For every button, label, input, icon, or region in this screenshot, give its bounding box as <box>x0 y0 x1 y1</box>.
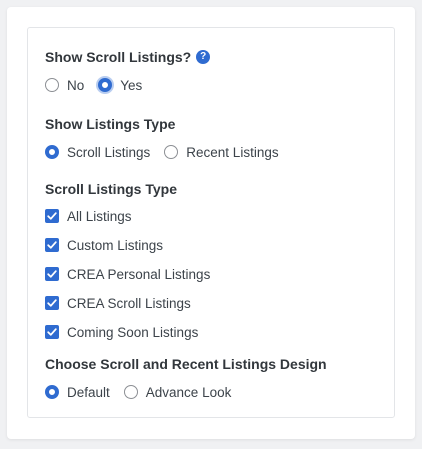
radio-option-no[interactable]: No <box>45 78 84 93</box>
checkbox-custom-listings[interactable] <box>45 238 59 252</box>
listings-design-options: Default Advance Look <box>45 382 327 402</box>
checkbox-all-listings[interactable] <box>45 209 59 223</box>
checkbox-crea-personal-listings-label: CREA Personal Listings <box>67 266 211 282</box>
radio-recent-listings-label: Recent Listings <box>186 144 279 160</box>
checkbox-option-crea-scroll-listings[interactable]: CREA Scroll Listings <box>45 293 210 313</box>
radio-yes[interactable] <box>98 78 113 92</box>
show-scroll-listings-options: No Yes <box>45 75 210 95</box>
checkbox-coming-soon-listings-label: Coming Soon Listings <box>67 324 199 340</box>
checkbox-coming-soon-listings[interactable] <box>45 325 59 339</box>
radio-no-label: No <box>67 77 85 93</box>
checkbox-crea-personal-listings[interactable] <box>45 267 59 281</box>
radio-option-recent-listings[interactable]: Recent Listings <box>164 144 279 160</box>
radio-advance-look[interactable] <box>123 385 138 399</box>
radio-yes-label: Yes <box>120 77 143 93</box>
radio-scroll-listings-label: Scroll Listings <box>67 144 151 160</box>
radio-option-scroll-listings[interactable]: Scroll Listings <box>45 145 150 160</box>
show-scroll-listings-title: Show Scroll Listings? <box>45 49 192 65</box>
checkbox-crea-scroll-listings[interactable] <box>45 296 59 310</box>
check-icon <box>47 241 57 249</box>
radio-recent-listings[interactable] <box>164 145 179 159</box>
radio-option-yes[interactable]: Yes <box>98 78 142 93</box>
settings-card: Show Scroll Listings? ? No Yes Show List… <box>7 7 415 439</box>
show-listings-type-section: Show Listings Type Scroll Listings Recen… <box>45 115 293 162</box>
check-icon <box>47 328 57 336</box>
show-scroll-listings-title-row: Show Scroll Listings? ? <box>45 48 211 66</box>
checkbox-option-custom-listings[interactable]: Custom Listings <box>45 235 210 255</box>
scroll-listings-type-section: Scroll Listings Type All Listings Custom… <box>45 180 210 351</box>
help-icon[interactable]: ? <box>196 50 211 64</box>
scroll-listings-type-options: All Listings Custom Listings CREA Person… <box>45 206 210 342</box>
radio-default[interactable] <box>45 385 59 399</box>
radio-no[interactable] <box>45 78 59 92</box>
radio-option-advance-look[interactable]: Advance Look <box>123 384 232 400</box>
checkbox-option-crea-personal-listings[interactable]: CREA Personal Listings <box>45 264 210 284</box>
listings-design-section: Choose Scroll and Recent Listings Design… <box>45 355 327 402</box>
checkbox-crea-scroll-listings-label: CREA Scroll Listings <box>67 295 191 311</box>
check-icon <box>47 212 57 220</box>
show-listings-type-title: Show Listings Type <box>45 116 176 132</box>
show-listings-type-options: Scroll Listings Recent Listings <box>45 142 293 162</box>
check-icon <box>47 299 57 307</box>
radio-option-default[interactable]: Default <box>45 385 110 400</box>
settings-panel: Show Scroll Listings? ? No Yes Show List… <box>27 27 395 418</box>
scroll-listings-type-title: Scroll Listings Type <box>45 181 177 197</box>
radio-default-label: Default <box>67 384 110 400</box>
checkbox-all-listings-label: All Listings <box>67 208 132 224</box>
listings-design-title: Choose Scroll and Recent Listings Design <box>45 356 327 372</box>
radio-advance-look-label: Advance Look <box>145 384 232 400</box>
radio-scroll-listings[interactable] <box>45 145 59 159</box>
checkbox-option-coming-soon-listings[interactable]: Coming Soon Listings <box>45 322 210 342</box>
checkbox-custom-listings-label: Custom Listings <box>67 237 164 253</box>
checkbox-option-all-listings[interactable]: All Listings <box>45 206 210 226</box>
check-icon <box>47 270 57 278</box>
show-scroll-listings-section: Show Scroll Listings? ? No Yes <box>45 48 211 95</box>
